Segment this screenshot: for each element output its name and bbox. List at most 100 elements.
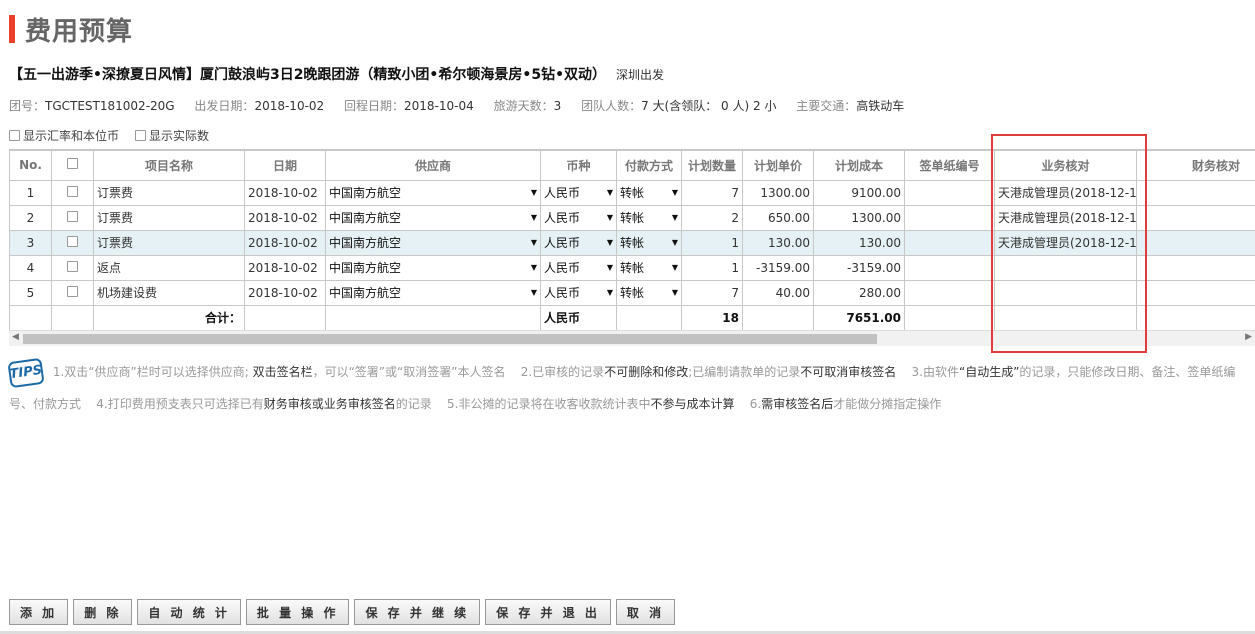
dropdown-arrow-icon[interactable]: ▼ [672,188,678,197]
currency-select[interactable]: 人民币 ▼ [540,254,617,281]
dropdown-arrow-icon[interactable]: ▼ [607,188,613,197]
scroll-right-icon[interactable]: ▶ [1245,332,1252,342]
column-header: No. [9,149,52,181]
display-options: 显示汇率和本位币 显示实际数 [9,127,209,144]
plan-price-cell[interactable]: 650.00 [742,204,814,231]
date-cell[interactable]: 2018-10-02 [244,229,326,256]
item-name-cell[interactable]: 订票费 [93,229,245,256]
row-number: 2 [9,204,52,231]
payment-select[interactable]: 转帐 ▼ [616,254,682,281]
date-cell[interactable]: 2018-10-02 [244,179,326,206]
plan-qty-cell[interactable]: 2 [681,204,743,231]
dropdown-arrow-icon[interactable]: ▼ [607,288,613,297]
dropdown-arrow-icon[interactable]: ▼ [672,288,678,297]
select-all-checkbox[interactable] [67,158,78,170]
dropdown-arrow-icon[interactable]: ▼ [531,188,537,197]
plan-cost-cell: 9100.00 [813,179,905,206]
row-checkbox[interactable] [67,260,78,272]
currency-select[interactable]: 人民币 ▼ [540,279,617,306]
batch-operation-button[interactable]: 批 量 操 作 [245,599,350,625]
date-cell[interactable]: 2018-10-02 [244,279,326,306]
totals-empty [742,304,814,330]
currency-select[interactable]: 人民币 ▼ [540,229,617,256]
cancel-button[interactable]: 取 消 [615,599,676,625]
item-name-cell[interactable]: 机场建设费 [93,279,245,306]
sign-no-cell[interactable] [904,254,995,281]
plan-qty-cell[interactable]: 7 [681,279,743,306]
scrollbar-thumb[interactable] [23,334,877,344]
payment-select-value: 转帐 [620,186,645,200]
show-actual-option[interactable]: 显示实际数 [135,127,209,144]
payment-select[interactable]: 转帐 ▼ [616,229,682,256]
plan-price-cell[interactable]: 130.00 [742,229,814,256]
show-actual-checkbox[interactable] [135,130,147,141]
fin-check-cell[interactable] [1136,254,1255,281]
sign-no-cell[interactable] [904,279,995,306]
dropdown-arrow-icon[interactable]: ▼ [607,263,613,272]
depart-date: 2018-10-02 [254,99,325,113]
row-select-cell[interactable] [51,279,94,306]
dropdown-arrow-icon[interactable]: ▼ [531,263,537,272]
fin-check-cell[interactable] [1136,179,1255,206]
show-rate-checkbox[interactable] [9,130,20,141]
row-select-cell[interactable] [51,254,94,281]
row-checkbox[interactable] [67,185,78,197]
row-select-cell[interactable] [51,179,94,206]
plan-qty-cell[interactable]: 7 [681,179,743,206]
tips-icon: TIPS [7,357,45,388]
currency-select[interactable]: 人民币 ▼ [540,204,617,231]
sign-no-cell[interactable] [904,204,995,231]
show-rate-option[interactable]: 显示汇率和本位币 [9,127,119,144]
select-all-column[interactable] [51,149,94,181]
transport: 高铁动车 [856,99,905,113]
fin-check-cell[interactable] [1136,229,1255,256]
supplier-select[interactable]: 中国南方航空 ▼ [325,179,541,206]
supplier-select[interactable]: 中国南方航空 ▼ [325,279,541,306]
dropdown-arrow-icon[interactable]: ▼ [531,288,537,297]
item-name-cell[interactable]: 订票费 [93,179,245,206]
dropdown-arrow-icon[interactable]: ▼ [531,238,537,247]
totals-empty [904,304,995,330]
supplier-select-value: 中国南方航空 [329,211,402,225]
dropdown-arrow-icon[interactable]: ▼ [607,238,613,247]
dropdown-arrow-icon[interactable]: ▼ [672,238,678,247]
supplier-select[interactable]: 中国南方航空 ▼ [325,204,541,231]
row-checkbox[interactable] [67,210,78,222]
dropdown-arrow-icon[interactable]: ▼ [531,213,537,222]
row-select-cell[interactable] [51,204,94,231]
supplier-select[interactable]: 中国南方航空 ▼ [325,229,541,256]
payment-select[interactable]: 转帐 ▼ [616,279,682,306]
return-date-label: 回程日期： [344,99,405,113]
date-cell[interactable]: 2018-10-02 [244,204,326,231]
date-cell[interactable]: 2018-10-02 [244,254,326,281]
scroll-left-icon[interactable]: ◀ [12,332,19,342]
item-name-cell[interactable]: 返点 [93,254,245,281]
dropdown-arrow-icon[interactable]: ▼ [672,213,678,222]
currency-select[interactable]: 人民币 ▼ [540,179,617,206]
delete-button[interactable]: 删 除 [73,599,133,625]
dropdown-arrow-icon[interactable]: ▼ [672,263,678,272]
save-continue-button[interactable]: 保 存 并 继 续 [354,599,481,625]
plan-qty-cell[interactable]: 1 [681,229,743,256]
dropdown-arrow-icon[interactable]: ▼ [607,213,613,222]
payment-select[interactable]: 转帐 ▼ [616,204,682,231]
add-button[interactable]: 添 加 [9,599,69,625]
fin-check-cell[interactable] [1136,204,1255,231]
save-exit-button[interactable]: 保 存 并 退 出 [485,599,611,625]
payment-select[interactable]: 转帐 ▼ [616,179,682,206]
tip-text: 2.已审核的记录 [520,365,605,379]
row-checkbox[interactable] [67,235,78,247]
plan-price-cell[interactable]: 40.00 [742,279,814,306]
action-bar: 添 加 删 除 自 动 统 计 批 量 操 作 保 存 并 继 续 保 存 并 … [9,599,676,625]
sign-no-cell[interactable] [904,179,995,206]
row-select-cell[interactable] [51,229,94,256]
supplier-select[interactable]: 中国南方航空 ▼ [325,254,541,281]
plan-qty-cell[interactable]: 1 [681,254,743,281]
item-name-cell[interactable]: 订票费 [93,204,245,231]
plan-price-cell[interactable]: 1300.00 [742,179,814,206]
sign-no-cell[interactable] [904,229,995,256]
row-checkbox[interactable] [67,285,78,297]
fin-check-cell[interactable] [1136,279,1255,306]
plan-price-cell[interactable]: -3159.00 [742,254,814,281]
auto-stat-button[interactable]: 自 动 统 计 [137,599,241,625]
